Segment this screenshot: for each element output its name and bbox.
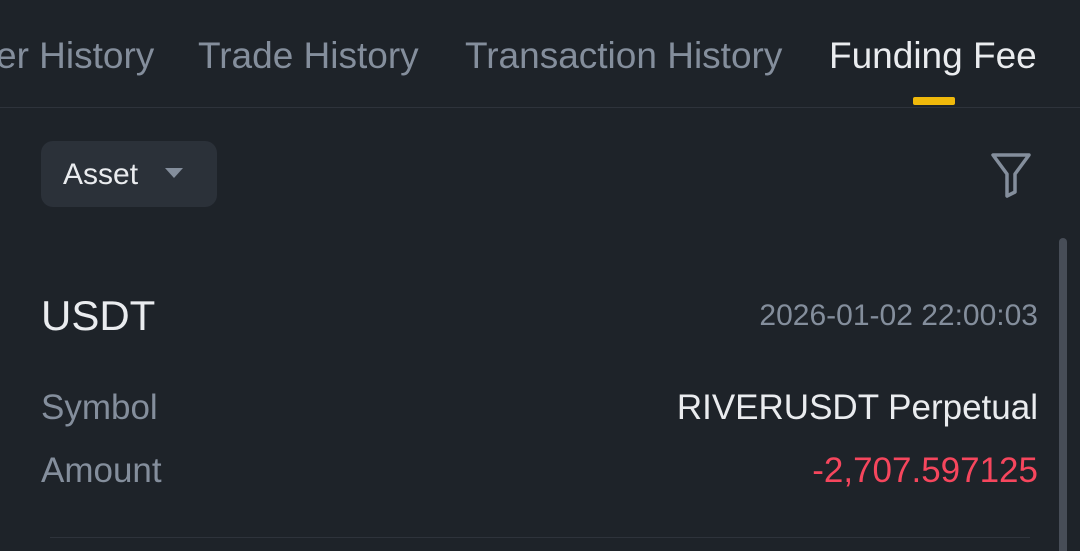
record-divider — [50, 537, 1030, 538]
amount-value: -2,707.597125 — [812, 451, 1038, 490]
amount-label: Amount — [41, 451, 162, 490]
tab-transaction-history[interactable]: Transaction History — [465, 34, 782, 78]
symbol-label: Symbol — [41, 388, 158, 427]
asset-filter-dropdown[interactable]: Asset — [41, 141, 217, 207]
record-asset-title: USDT — [41, 292, 156, 339]
tab-trade-history[interactable]: Trade History — [198, 34, 419, 78]
record-timestamp: 2026-01-02 22:00:03 — [759, 299, 1038, 332]
tab-funding-fee[interactable]: Funding Fee — [829, 34, 1037, 78]
symbol-value: RIVERUSDT Perpetual — [676, 388, 1038, 427]
filter-funnel-svg — [991, 153, 1031, 198]
caret-down-icon — [165, 168, 183, 178]
history-tabs: er History Trade History Transaction His… — [0, 0, 1080, 108]
filter-funnel-icon[interactable] — [990, 152, 1032, 198]
scrollbar[interactable] — [1059, 238, 1067, 551]
active-tab-indicator — [913, 97, 955, 105]
funding-fee-screen: er History Trade History Transaction His… — [0, 0, 1080, 551]
tab-order-history[interactable]: er History — [0, 34, 154, 78]
asset-filter-label: Asset — [63, 158, 139, 191]
